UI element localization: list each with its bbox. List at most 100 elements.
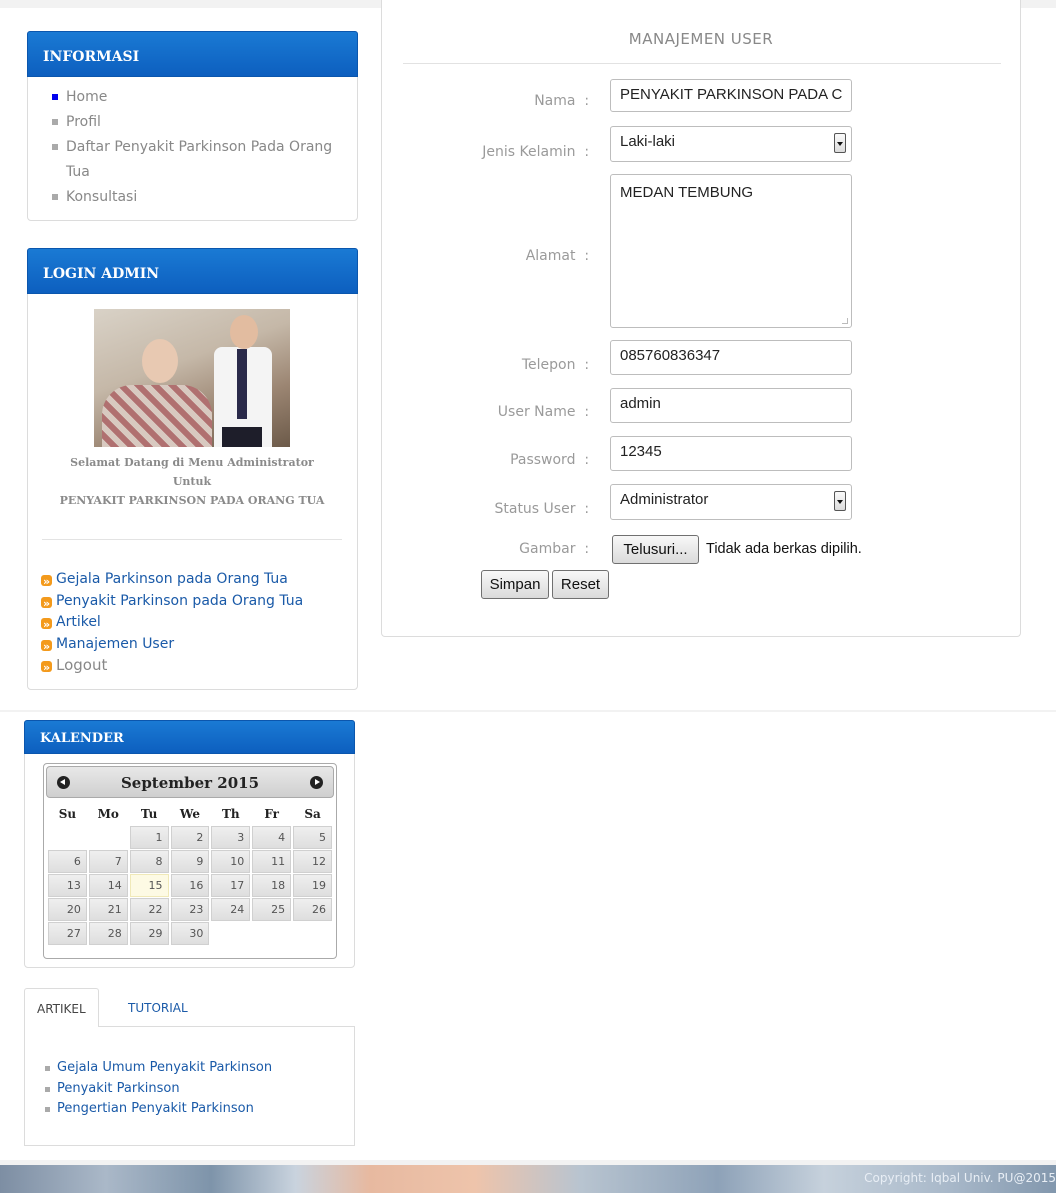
calendar-day[interactable]: 12 bbox=[293, 850, 332, 873]
resize-handle-icon[interactable] bbox=[842, 318, 848, 324]
calendar-day[interactable]: 7 bbox=[88, 850, 128, 873]
tabs-panel: ARTIKEL TUTORIAL Gejala Umum Penyakit Pa… bbox=[24, 988, 355, 1146]
password-input[interactable]: 12345 bbox=[610, 436, 852, 471]
calendar-day[interactable]: 13 bbox=[48, 874, 87, 897]
calendar-day[interactable]: 26 bbox=[293, 898, 332, 921]
menu-item-label: Daftar Penyakit Parkinson Pada Orang bbox=[66, 139, 333, 155]
calendar-day[interactable]: 2 bbox=[170, 826, 210, 849]
calendar-empty-cell bbox=[48, 826, 87, 849]
calendar-day[interactable]: 5 bbox=[293, 826, 332, 849]
calendar-day[interactable]: 1 bbox=[129, 826, 169, 849]
no-file-text: Tidak ada berkas dipilih. bbox=[706, 541, 862, 557]
kalender-header: KALENDER bbox=[24, 720, 355, 754]
calendar-day[interactable]: 8 bbox=[129, 850, 169, 873]
link-artikel[interactable]: Artikel bbox=[41, 612, 303, 636]
link-penyakit-parkinson[interactable]: Penyakit Parkinson pada Orang Tua bbox=[41, 591, 303, 614]
calendar-day[interactable]: 17 bbox=[211, 874, 251, 897]
calendar-day[interactable]: 21 bbox=[88, 898, 128, 921]
bullet-square-icon bbox=[52, 94, 58, 100]
tab-tutorial[interactable]: TUTORIAL bbox=[116, 988, 200, 1027]
bullet-square-icon bbox=[52, 194, 58, 200]
bullet-square-icon bbox=[45, 1086, 50, 1092]
calendar-day-today[interactable]: 15 bbox=[129, 874, 169, 897]
tab-artikel[interactable]: ARTIKEL bbox=[24, 988, 99, 1027]
reset-button[interactable]: Reset bbox=[552, 570, 609, 599]
calendar-grid: Su Mo Tu We Th Fr Sa 1 2 3 4 5 6 7 8 9 10 11 12 13 14 15 16 17… bbox=[46, 802, 334, 946]
save-button[interactable]: Simpan bbox=[481, 570, 549, 599]
username-input[interactable]: admin bbox=[610, 388, 852, 423]
calendar-day[interactable]: 4 bbox=[252, 826, 292, 849]
nama-input[interactable]: PENYAKIT PARKINSON PADA C bbox=[610, 79, 852, 112]
artikel-link[interactable]: Pengertian Penyakit Parkinson bbox=[45, 1099, 272, 1120]
tab-content: Gejala Umum Penyakit Parkinson Penyakit … bbox=[24, 1026, 355, 1146]
menu-item-profil[interactable]: Profil bbox=[52, 110, 343, 135]
calendar-day[interactable]: 25 bbox=[252, 898, 292, 921]
calendar-day[interactable]: 20 bbox=[48, 898, 87, 921]
calendar-empty-cell bbox=[293, 922, 332, 945]
next-month-icon[interactable] bbox=[310, 776, 323, 789]
calendar-day[interactable]: 14 bbox=[88, 874, 128, 897]
calendar-day[interactable]: 3 bbox=[211, 826, 251, 849]
calendar-day[interactable]: 24 bbox=[211, 898, 251, 921]
calendar-widget: September 2015 Su Mo Tu We Th Fr Sa 1234567891… bbox=[43, 763, 337, 959]
prev-month-icon[interactable] bbox=[57, 776, 70, 789]
calendar-day[interactable]: 30 bbox=[170, 922, 210, 945]
weekday-label: Tu bbox=[140, 807, 158, 821]
password-label: Password : bbox=[510, 452, 590, 468]
admin-photo bbox=[94, 309, 290, 447]
informasi-header: INFORMASI bbox=[27, 31, 358, 77]
menu-item-label-cont: Tua bbox=[66, 164, 90, 180]
artikel-link[interactable]: Penyakit Parkinson bbox=[45, 1079, 272, 1100]
calendar-day[interactable]: 18 bbox=[252, 874, 292, 897]
calendar-day[interactable]: 27 bbox=[48, 922, 87, 945]
calendar-day[interactable]: 10 bbox=[211, 850, 251, 873]
link-logout[interactable]: Logout bbox=[41, 655, 303, 679]
status-user-select[interactable]: Administrator bbox=[610, 484, 852, 520]
menu-item-label: Profil bbox=[66, 114, 101, 130]
calendar-day[interactable]: 19 bbox=[293, 874, 332, 897]
weekday-label: Th bbox=[221, 807, 240, 821]
telepon-input[interactable]: 085760836347 bbox=[610, 340, 852, 375]
calendar-day[interactable]: 22 bbox=[129, 898, 169, 921]
menu-item-home[interactable]: Home bbox=[52, 85, 343, 110]
tab-bar: ARTIKEL TUTORIAL bbox=[24, 988, 355, 1027]
welcome-text: Selamat Datang di Menu Administrator Unt… bbox=[59, 456, 325, 507]
artikel-link[interactable]: Gejala Umum Penyakit Parkinson bbox=[45, 1058, 272, 1079]
jenis-kelamin-label: Jenis Kelamin : bbox=[482, 144, 590, 160]
jenis-kelamin-select[interactable]: Laki-laki bbox=[610, 126, 852, 162]
status-user-label: Status User : bbox=[494, 501, 590, 517]
arrow-bullet-icon bbox=[41, 657, 52, 679]
menu-item-konsultasi[interactable]: Konsultasi bbox=[52, 185, 343, 210]
arrow-bullet-icon bbox=[41, 614, 52, 636]
calendar-day[interactable]: 28 bbox=[88, 922, 128, 945]
weekday-label: Fr bbox=[264, 807, 279, 821]
browse-file-button[interactable]: Telusuri... bbox=[612, 535, 699, 564]
weekday-row: Su Mo Tu We Th Fr Sa bbox=[48, 803, 332, 825]
gambar-label: Gambar : bbox=[519, 541, 590, 557]
nama-label: Nama : bbox=[534, 93, 590, 109]
footer-banner: Copyright: Iqbal Univ. PU@2015 bbox=[0, 1165, 1056, 1193]
artikel-list: Gejala Umum Penyakit Parkinson Penyakit … bbox=[45, 1058, 272, 1120]
alamat-textarea[interactable]: MEDAN TEMBUNG bbox=[610, 174, 852, 328]
menu-item-daftar-penyakit[interactable]: Daftar Penyakit Parkinson Pada Orang Tua bbox=[52, 135, 343, 185]
kalender-panel: KALENDER September 2015 Su Mo Tu We Th Fr Sa 1… bbox=[24, 720, 355, 968]
calendar-day[interactable]: 6 bbox=[48, 850, 87, 873]
title-divider bbox=[403, 63, 1001, 64]
login-admin-panel: LOGIN ADMIN Selamat Datang di Menu Admin… bbox=[27, 248, 358, 690]
calendar-day[interactable]: 11 bbox=[252, 850, 292, 873]
link-manajemen-user[interactable]: Manajemen User bbox=[41, 634, 303, 657]
calendar-week: 6 7 8 9 10 11 12 bbox=[48, 850, 332, 873]
link-gejala-parkinson[interactable]: Gejala Parkinson pada Orang Tua bbox=[41, 569, 303, 593]
divider bbox=[42, 539, 342, 540]
bullet-square-icon bbox=[45, 1066, 50, 1071]
calendar-day[interactable]: 9 bbox=[170, 850, 210, 873]
arrow-bullet-icon bbox=[41, 593, 52, 614]
calendar-day[interactable]: 23 bbox=[170, 898, 210, 921]
calendar-empty-cell bbox=[89, 826, 128, 849]
admin-links: Gejala Parkinson pada Orang Tua Penyakit… bbox=[41, 569, 303, 679]
calendar-day[interactable]: 16 bbox=[170, 874, 210, 897]
menu-item-label: Home bbox=[66, 89, 108, 105]
telepon-label: Telepon : bbox=[521, 357, 590, 373]
username-label: User Name : bbox=[497, 404, 590, 420]
calendar-day[interactable]: 29 bbox=[129, 922, 169, 945]
